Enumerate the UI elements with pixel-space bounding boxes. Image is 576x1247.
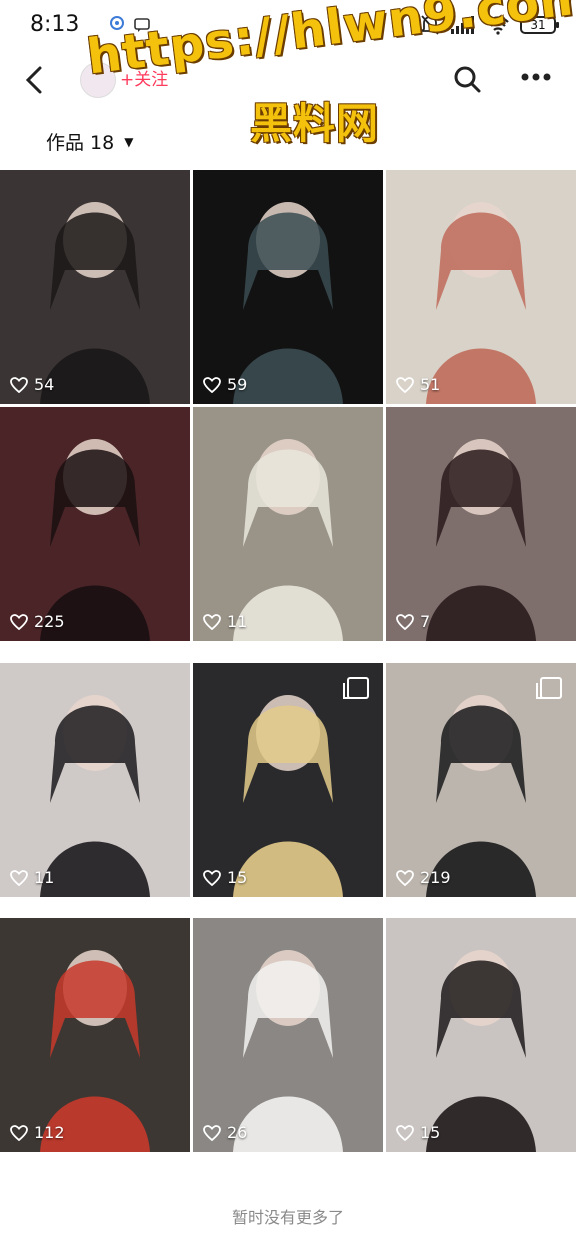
like-count: 219 [396,868,451,887]
grid-item[interactable]: 51 [386,170,576,404]
like-count-value: 15 [227,868,248,887]
like-count-value: 7 [420,612,431,631]
thumbnail-image [193,918,383,1152]
grid-item[interactable]: 7 [386,407,576,641]
heart-icon [396,1124,414,1141]
like-count-value: 15 [420,1123,441,1142]
like-count-value: 54 [34,375,55,394]
like-count-value: 225 [34,612,65,631]
like-count: 59 [203,375,247,394]
grid-item[interactable]: 225 [0,407,190,641]
more-options-icon[interactable] [520,72,552,82]
no-more-text: 暂时没有更多了 [231,1208,344,1227]
like-count: 54 [10,375,54,394]
grid-item[interactable]: 59 [193,170,383,404]
heart-icon [203,869,221,886]
thumbnail-image [0,170,190,404]
heart-icon [10,1124,28,1141]
thumbnail-image [193,170,383,404]
thumbnail-image [0,407,190,641]
thumbnail-image [386,407,576,641]
thumbnail-image [0,663,190,897]
multi-image-icon [343,677,369,699]
status-time: 8:13 [30,12,80,37]
thumbnail-image [386,918,576,1152]
heart-icon [396,376,414,393]
thumbnail-image [386,170,576,404]
heart-icon [10,376,28,393]
grid-item[interactable]: 11 [0,663,190,897]
grid-item[interactable]: 11 [193,407,383,641]
like-count: 11 [10,868,54,887]
works-filter[interactable]: 作品 18 ▼ [46,128,133,155]
multi-image-icon [536,677,562,699]
heart-icon [203,1124,221,1141]
back-arrow-icon[interactable] [18,60,54,100]
like-count: 225 [10,612,65,631]
like-count-value: 11 [227,612,248,631]
heart-icon [396,613,414,630]
like-count: 15 [396,1123,440,1142]
like-count: 51 [396,375,440,394]
grid-item[interactable]: 26 [193,918,383,1152]
search-icon[interactable] [452,64,482,94]
caret-down-icon: ▼ [124,134,134,149]
like-count-value: 51 [420,375,441,394]
watermark-name: 黑料网 [250,99,380,148]
grid-item[interactable]: 15 [193,663,383,897]
thumbnail-image [193,407,383,641]
grid-item[interactable]: 219 [386,663,576,897]
like-count: 11 [203,612,247,631]
grid-item[interactable]: 112 [0,918,190,1152]
like-count: 26 [203,1123,247,1142]
heart-icon [10,613,28,630]
like-count: 7 [396,612,430,631]
thumbnail-image [0,918,190,1152]
works-label: 作品 18 [46,132,115,154]
like-count-value: 219 [420,868,451,887]
like-count-value: 26 [227,1123,248,1142]
heart-icon [396,869,414,886]
like-count: 15 [203,868,247,887]
grid-item[interactable]: 15 [386,918,576,1152]
like-count: 112 [10,1123,65,1142]
like-count-value: 11 [34,868,55,887]
heart-icon [203,376,221,393]
heart-icon [10,869,28,886]
like-count-value: 59 [227,375,248,394]
grid-item[interactable]: 54 [0,170,190,404]
heart-icon [203,613,221,630]
like-count-value: 112 [34,1123,65,1142]
